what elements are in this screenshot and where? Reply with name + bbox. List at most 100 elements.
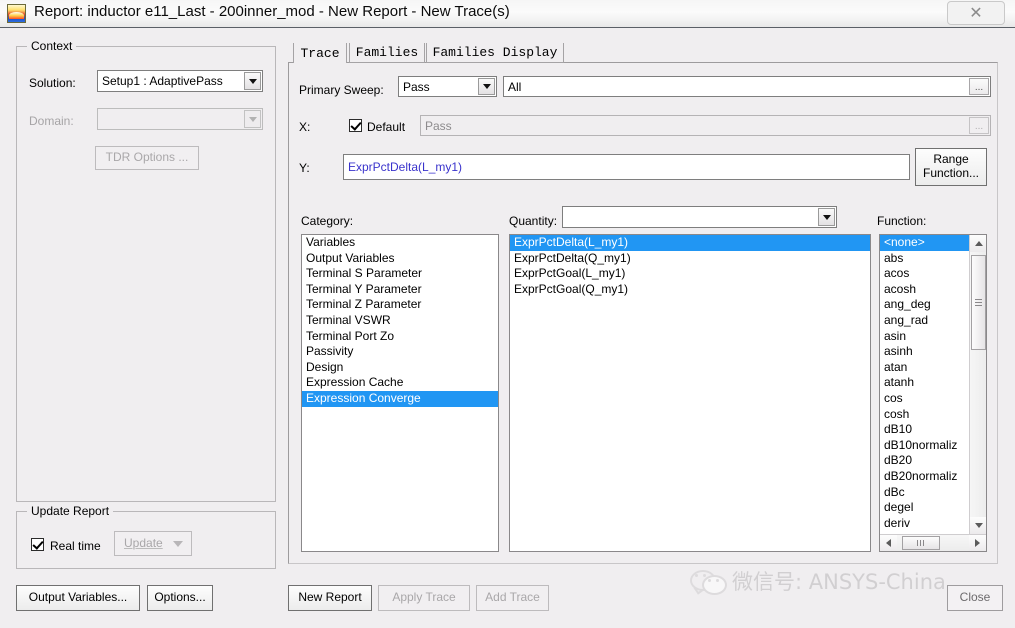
function-list-horizontal-scrollbar[interactable] — [880, 534, 986, 551]
list-item[interactable]: dB10normaliz — [880, 438, 969, 454]
list-item[interactable]: acosh — [880, 282, 969, 298]
tab-trace[interactable]: Trace — [293, 43, 347, 63]
list-item[interactable]: Expression Cache — [302, 375, 498, 391]
primary-sweep-range-field[interactable]: All ... — [503, 76, 991, 97]
quantity-listbox[interactable]: ExprPctDelta(L_my1) ExprPctDelta(Q_my1) … — [509, 234, 871, 552]
list-item-selected[interactable]: ExprPctDelta(L_my1) — [510, 235, 870, 251]
solution-label: Solution: — [29, 76, 76, 90]
domain-combo — [97, 108, 263, 130]
wechat-watermark: 微信号: ANSYS-China — [690, 566, 946, 596]
x-label: X: — [299, 120, 311, 134]
output-variables-button[interactable]: Output Variables... — [16, 585, 140, 611]
solution-combo[interactable]: Setup1 : AdaptivePass — [97, 70, 263, 92]
real-time-label: Real time — [50, 539, 101, 553]
list-item-selected[interactable]: Expression Converge — [302, 390, 498, 407]
y-expression-value: ExprPctDelta(L_my1) — [348, 160, 463, 174]
list-item[interactable]: atanh — [880, 375, 969, 391]
title-bar: Report: inductor e11_Last - 200inner_mod… — [0, 0, 1015, 28]
function-list-viewport: <none> abs acos acosh ang_deg ang_rad as… — [880, 235, 969, 534]
list-item[interactable]: Terminal Port Zo — [302, 329, 498, 345]
list-item[interactable]: dBc — [880, 485, 969, 501]
chevron-down-icon[interactable] — [478, 78, 495, 95]
y-label: Y: — [299, 161, 310, 175]
add-trace-button: Add Trace — [476, 585, 549, 611]
list-item[interactable]: cosh — [880, 407, 969, 423]
close-button[interactable]: Close — [947, 585, 1003, 611]
list-item[interactable]: degel — [880, 500, 969, 516]
scroll-right-icon[interactable] — [969, 535, 986, 551]
tdr-options-button: TDR Options ... — [95, 146, 199, 170]
update-report-group-title: Update Report — [27, 504, 114, 518]
list-item[interactable]: deriv — [880, 516, 969, 532]
primary-sweep-combo[interactable]: Pass — [398, 76, 497, 97]
update-button-label: Update — [124, 535, 163, 550]
real-time-checkbox[interactable] — [31, 538, 44, 551]
list-item[interactable]: Terminal S Parameter — [302, 266, 498, 282]
x-value-field: Pass ... — [420, 115, 991, 136]
chevron-down-icon[interactable] — [818, 208, 835, 226]
list-item[interactable]: dB20normaliz — [880, 469, 969, 485]
y-expression-field[interactable]: ExprPctDelta(L_my1) — [343, 154, 910, 180]
range-function-line2: Function... — [922, 166, 980, 180]
scroll-down-icon[interactable] — [970, 517, 986, 534]
list-item-selected[interactable]: <none> — [880, 235, 969, 251]
new-report-button[interactable]: New Report — [288, 585, 372, 611]
primary-sweep-label: Primary Sweep: — [299, 83, 384, 97]
primary-sweep-value: Pass — [403, 79, 430, 94]
category-label: Category: — [301, 214, 354, 228]
range-function-line1: Range — [933, 152, 969, 167]
apply-trace-button: Apply Trace — [378, 585, 470, 611]
list-item[interactable]: asinh — [880, 344, 969, 360]
tab-families-display[interactable]: Families Display — [426, 43, 564, 63]
list-item[interactable]: Output Variables — [302, 251, 498, 267]
domain-label: Domain: — [29, 114, 74, 128]
list-item[interactable]: Terminal Y Parameter — [302, 282, 498, 298]
window-close-button[interactable]: ✕ — [947, 1, 1005, 25]
tab-families[interactable]: Families — [349, 43, 425, 63]
list-item[interactable]: Variables — [302, 235, 498, 251]
category-listbox[interactable]: Variables Output Variables Terminal S Pa… — [301, 234, 499, 552]
list-item[interactable]: ExprPctGoal(L_my1) — [510, 266, 870, 282]
scroll-up-icon[interactable] — [970, 235, 986, 252]
report-dialog: Report: inductor e11_Last - 200inner_mod… — [0, 0, 1015, 628]
function-listbox[interactable]: <none> abs acos acosh ang_deg ang_rad as… — [879, 234, 987, 552]
list-item[interactable]: Design — [302, 360, 498, 376]
quantity-filter-combo[interactable] — [562, 206, 837, 228]
list-item[interactable]: dB10 — [880, 422, 969, 438]
x-browse-button: ... — [969, 117, 989, 134]
list-item[interactable]: asin — [880, 329, 969, 345]
list-item[interactable]: atan — [880, 360, 969, 376]
primary-sweep-browse-button[interactable]: ... — [969, 78, 989, 95]
horizontal-scroll-thumb[interactable] — [902, 536, 940, 550]
list-item[interactable]: acos — [880, 266, 969, 282]
list-item[interactable]: ExprPctGoal(Q_my1) — [510, 282, 870, 298]
chevron-down-icon[interactable] — [244, 72, 261, 90]
tab-strip: Trace Families Families Display — [293, 43, 993, 63]
quantity-label: Quantity: — [509, 214, 558, 228]
list-item[interactable]: abs — [880, 251, 969, 267]
scroll-left-icon[interactable] — [880, 535, 897, 551]
function-list-vertical-scrollbar[interactable] — [969, 235, 986, 534]
chevron-down-icon — [244, 110, 261, 128]
list-item[interactable]: ang_deg — [880, 297, 969, 313]
list-item[interactable]: ExprPctDelta(Q_my1) — [510, 251, 870, 267]
x-value: Pass — [425, 118, 452, 133]
solution-value: Setup1 : AdaptivePass — [102, 74, 223, 88]
ansys-report-icon — [7, 4, 26, 23]
window-title: Report: inductor e11_Last - 200inner_mod… — [34, 3, 510, 20]
vertical-scroll-thumb[interactable] — [971, 255, 986, 350]
function-label: Function: — [877, 214, 927, 228]
x-default-checkbox[interactable] — [349, 119, 362, 132]
list-item[interactable]: ang_rad — [880, 313, 969, 329]
context-group-title: Context — [27, 39, 77, 53]
list-item[interactable]: Passivity — [302, 344, 498, 360]
list-item[interactable]: Terminal Z Parameter — [302, 297, 498, 313]
range-function-button[interactable]: Range Function... — [915, 148, 987, 186]
list-item[interactable]: dB20 — [880, 453, 969, 469]
wechat-icon — [690, 570, 727, 595]
update-button: Update — [114, 531, 192, 556]
primary-sweep-range-value: All — [508, 79, 522, 94]
list-item[interactable]: cos — [880, 391, 969, 407]
list-item[interactable]: Terminal VSWR — [302, 313, 498, 329]
options-button[interactable]: Options... — [147, 585, 213, 611]
